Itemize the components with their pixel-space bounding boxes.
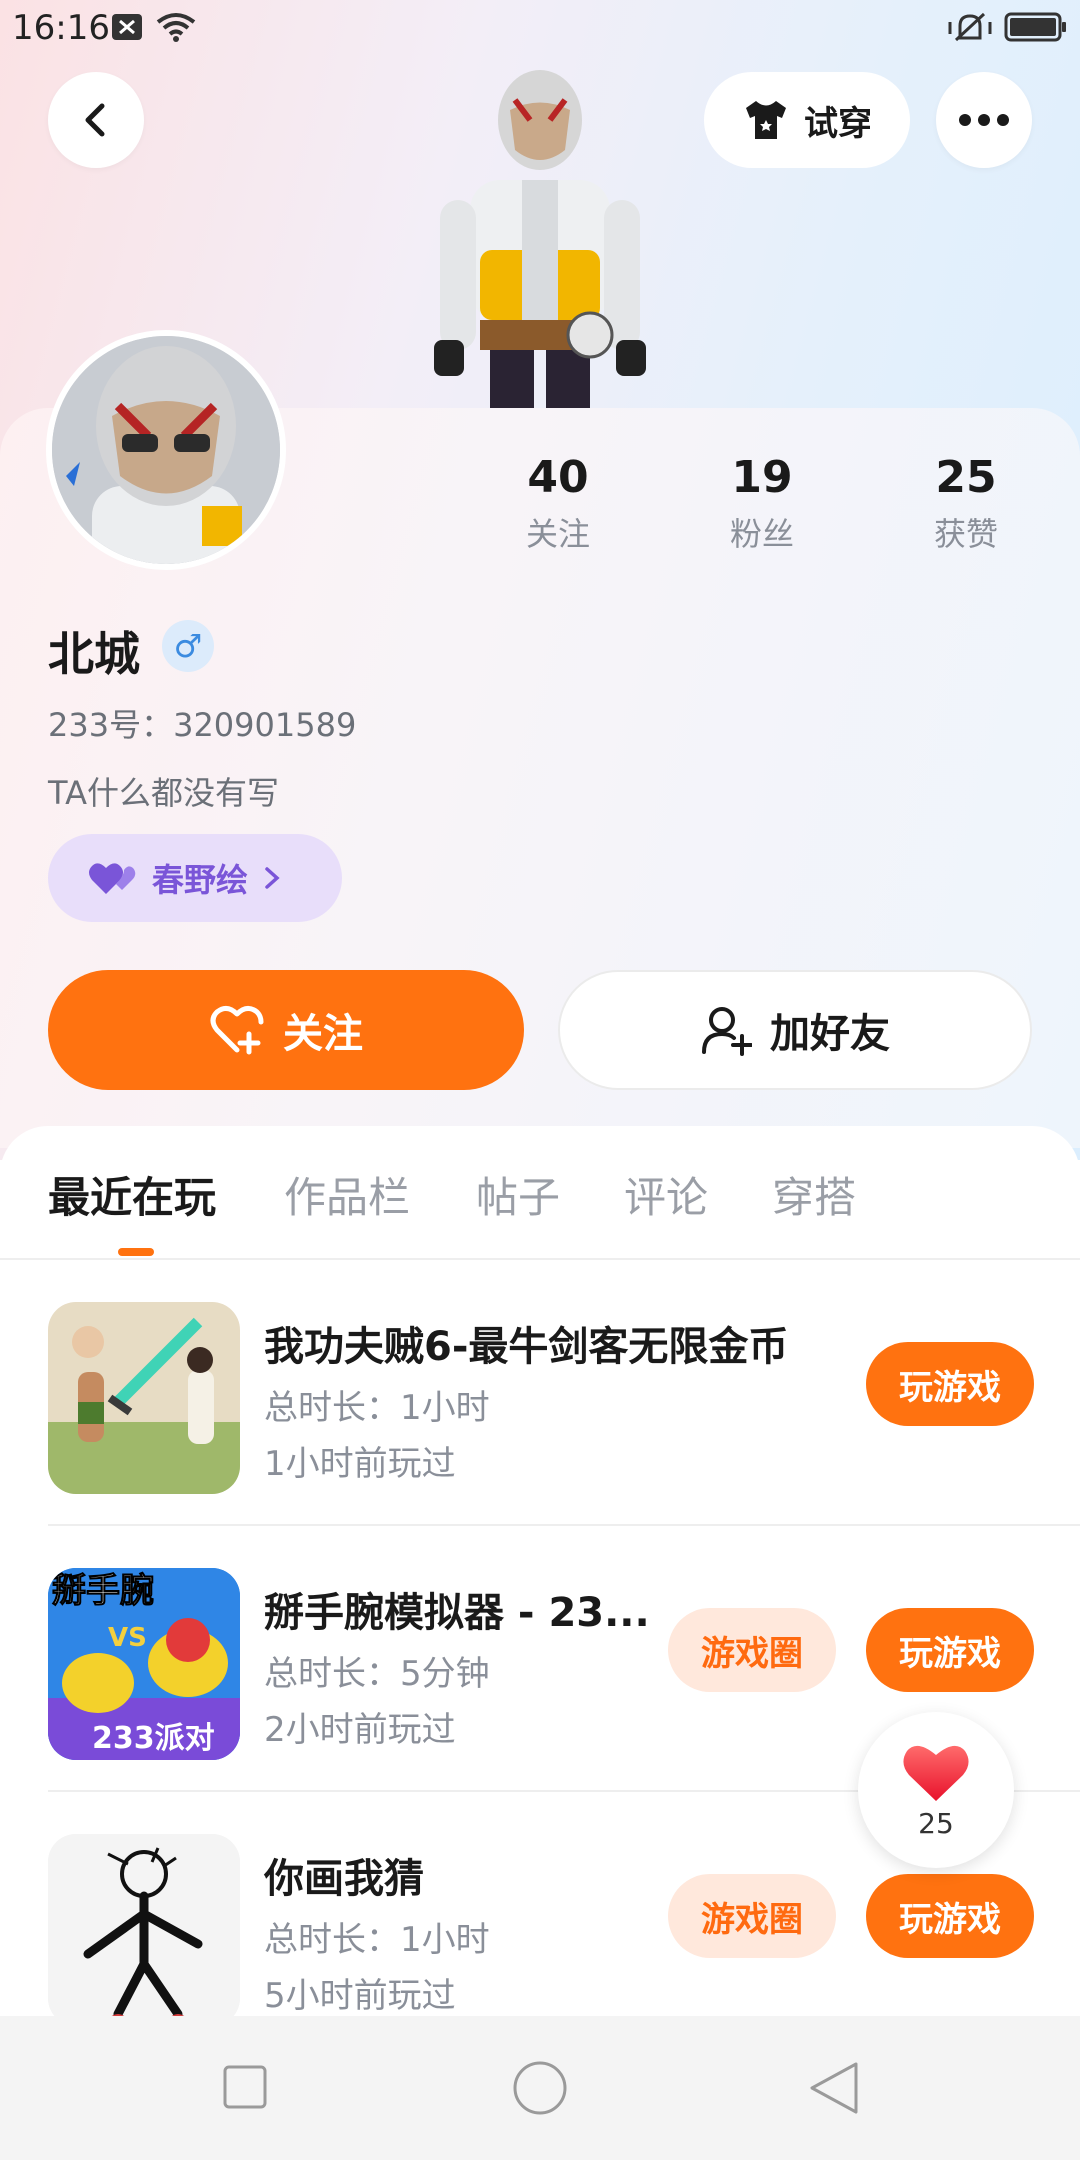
game-duration: 总时长：5分钟 [264,1654,490,1694]
stat-fans-label: 粉丝 [729,515,794,553]
gender-symbol: ♂ [173,627,203,665]
user-name: 北城 [48,627,140,681]
tab-bar: 最近在玩 作品栏 帖子 评论 穿搭 [0,1126,1080,1260]
wifi-icon [154,10,198,48]
like-count: 25 [918,1806,954,1840]
chevron-left-icon [85,103,105,137]
heart-plus-icon [210,1006,264,1055]
back-button[interactable] [48,72,144,168]
system-nav-bar [0,2016,1080,2160]
more-dots-icon [959,114,1009,126]
try-on-button[interactable]: 试穿 [704,72,910,168]
game-list-item[interactable]: 我功夫贼6-最牛剑客无限金币 总时长：1小时 1小时前玩过 玩游戏 [0,1260,1080,1526]
status-bar: 16:16 [0,0,1080,56]
game-last-played: 5小时前玩过 [264,1976,456,2016]
status-time: 16:16 [12,8,110,48]
couple-tag[interactable]: 春野绘 [48,834,342,922]
more-button[interactable] [936,72,1032,168]
stat-following-value: 40 [527,452,589,503]
user-id: 233号：320901589 [48,706,357,744]
tab-works[interactable]: 作品栏 [284,1164,410,1225]
game-last-played: 2小时前玩过 [264,1710,456,1750]
add-friend-button[interactable]: 加好友 [558,970,1032,1090]
stat-likes[interactable]: 25 获赞 [886,452,1046,555]
tab-posts[interactable]: 帖子 [476,1164,560,1225]
stat-following-label: 关注 [525,515,590,553]
game-thumbnail: 掰手腕 VS 233派对 [48,1568,240,1760]
game-title: 我功夫贼6-最牛剑客无限金币 [264,1324,789,1370]
follow-label: 关注 [283,1011,363,1057]
stat-likes-label: 获赞 [933,515,998,553]
couple-tag-label: 春野绘 [152,861,249,899]
game-duration: 总时长：1小时 [264,1388,490,1428]
heart-icon [903,1745,969,1801]
follow-button[interactable]: 关注 [48,970,524,1090]
home-icon[interactable] [512,2060,568,2116]
game-circle-button[interactable]: 游戏圈 [668,1874,836,1958]
play-game-button[interactable]: 玩游戏 [866,1608,1034,1692]
game-title: 掰手腕模拟器 - 23... [264,1590,650,1636]
thumbnail-text-vs: VS [108,1623,147,1653]
thumbnail-text-top: 掰手腕 [52,1571,154,1611]
game-duration: 总时长：1小时 [264,1920,490,1960]
stat-fans-value: 19 [731,452,793,503]
active-tab-indicator [118,1248,154,1256]
game-thumbnail [48,1834,240,2026]
back-nav-icon[interactable] [808,2060,860,2116]
chevron-right-icon [265,867,280,889]
add-user-icon [702,1007,752,1056]
stat-following[interactable]: 40 关注 [478,452,638,555]
user-bio: TA什么都没有写 [48,774,279,812]
content-panel: 最近在玩 作品栏 帖子 评论 穿搭 我功夫贼6-最牛剑客无限金币 总时长：1小时… [0,1126,1080,2026]
avatar[interactable] [46,330,286,570]
notification-icon [110,10,144,48]
male-gender-icon: ♂ [162,620,214,672]
floating-like-button[interactable]: 25 [858,1712,1014,1868]
stat-likes-value: 25 [935,452,997,503]
game-title: 你画我猜 [264,1856,424,1902]
play-game-button[interactable]: 玩游戏 [866,1342,1034,1426]
tab-recently-played[interactable]: 最近在玩 [48,1164,216,1225]
game-last-played: 1小时前玩过 [264,1444,456,1484]
game-circle-button[interactable]: 游戏圈 [668,1608,836,1692]
tab-outfits[interactable]: 穿搭 [772,1164,856,1225]
shirt-icon [746,101,786,139]
tab-comments[interactable]: 评论 [624,1164,708,1225]
stat-fans[interactable]: 19 粉丝 [682,452,842,555]
game-thumbnail [48,1302,240,1494]
add-friend-label: 加好友 [770,1011,890,1057]
try-on-label: 试穿 [804,103,872,144]
character-3d-image [434,70,646,410]
recent-apps-icon[interactable] [222,2064,268,2110]
vibrate-icon [948,10,992,50]
double-heart-icon [89,863,136,894]
thumbnail-text-bottom: 233派对 [92,1721,215,1756]
battery-icon [1004,10,1068,48]
avatar-image [52,336,280,564]
play-game-button[interactable]: 玩游戏 [866,1874,1034,1958]
